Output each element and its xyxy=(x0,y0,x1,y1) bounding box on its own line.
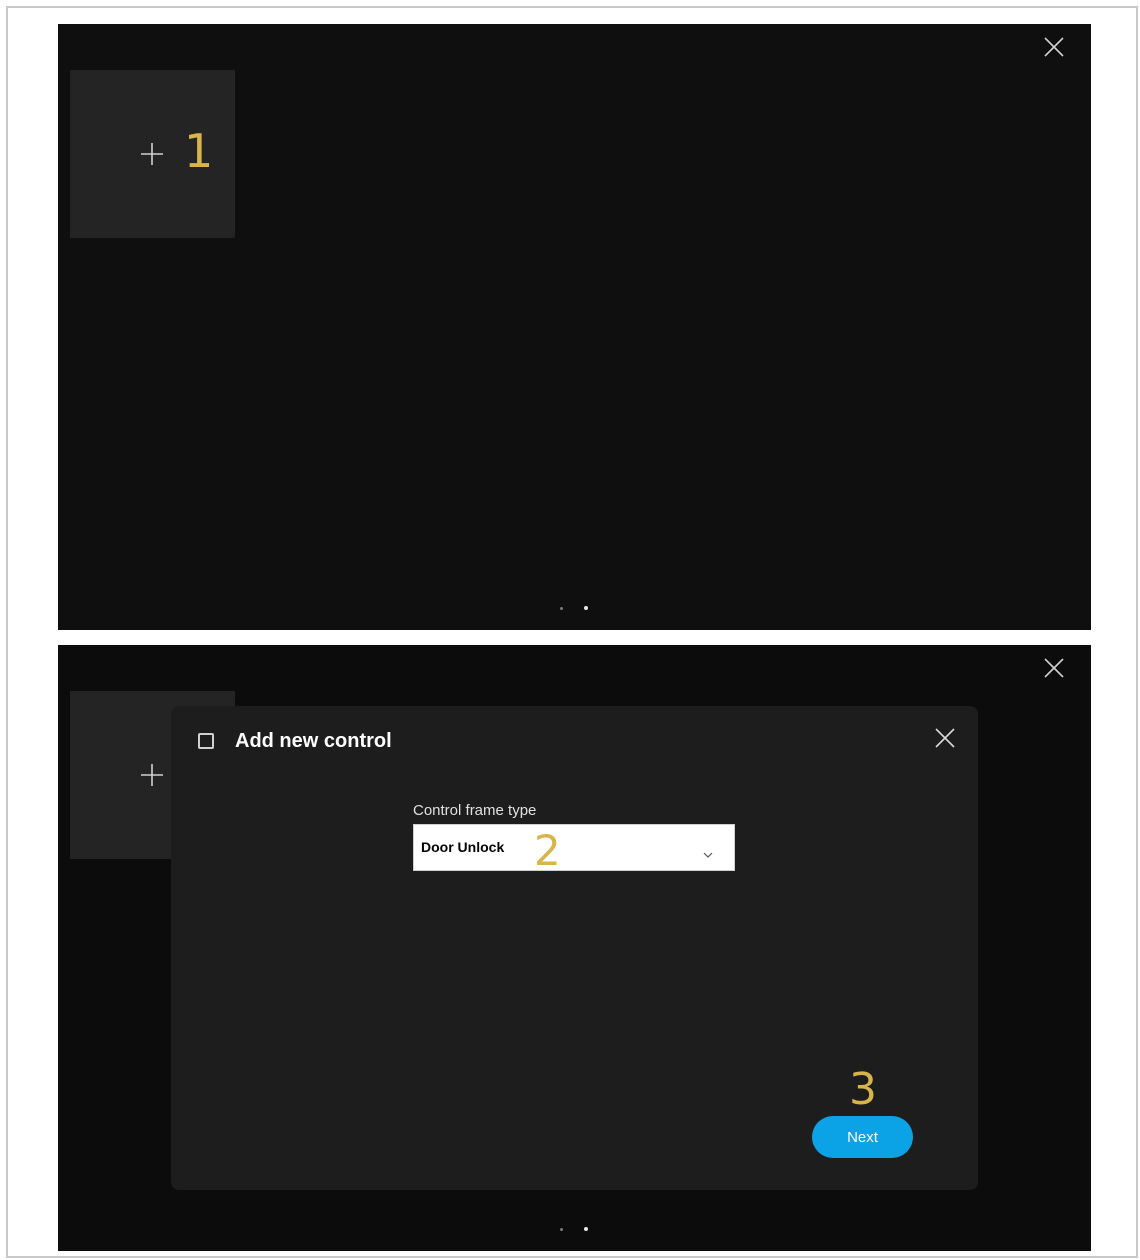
page-dot-1[interactable] xyxy=(560,1228,563,1231)
close-icon[interactable] xyxy=(1041,34,1067,60)
add-control-tile[interactable]: 1 xyxy=(70,70,235,238)
add-control-dialog: Add new control Control frame type Door … xyxy=(171,706,978,1190)
close-icon[interactable] xyxy=(1041,655,1067,681)
pagination-dots xyxy=(558,1227,598,1233)
page-dot-2[interactable] xyxy=(584,1227,588,1231)
pagination-dots xyxy=(558,606,598,612)
plus-icon xyxy=(140,142,164,170)
chevron-down-icon xyxy=(703,844,713,863)
checkbox-icon xyxy=(198,733,214,749)
select-value: Door Unlock xyxy=(421,839,505,855)
next-button[interactable]: Next xyxy=(812,1116,913,1158)
control-frame-type-select[interactable]: Door Unlock 2 xyxy=(413,824,735,875)
page-dot-2[interactable] xyxy=(584,606,588,610)
dialog-title: Add new control xyxy=(235,730,392,752)
step-marker-2: 2 xyxy=(534,826,561,875)
page-dot-1[interactable] xyxy=(560,607,563,610)
screen-step-1: 1 xyxy=(58,24,1091,630)
screen-step-2: Add new control Control frame type Door … xyxy=(58,645,1091,1251)
step-marker-1: 1 xyxy=(184,124,214,178)
control-frame-type-label: Control frame type xyxy=(413,802,537,819)
plus-icon xyxy=(140,763,164,791)
step-marker-3: 3 xyxy=(849,1064,877,1115)
dialog-close-icon[interactable] xyxy=(933,726,957,750)
